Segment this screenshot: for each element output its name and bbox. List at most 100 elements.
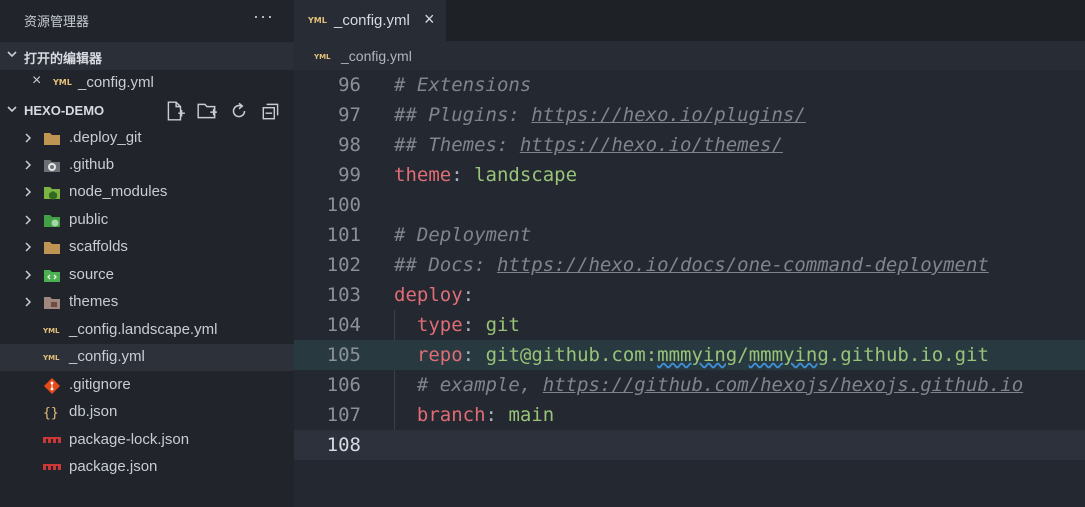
yaml-icon: YML: [314, 53, 331, 61]
open-editor-filename: _config.yml: [78, 74, 154, 91]
code-line[interactable]: 103 deploy:: [294, 280, 1085, 310]
code-editor[interactable]: 96 # Extensions 97 ## Plugins: https://hexo…: [294, 70, 1085, 507]
code-text: deploy:: [394, 284, 475, 306]
tree-file-config[interactable]: YML _config.yml: [0, 344, 294, 371]
code-line[interactable]: 106 # example, https://github.com/hexojs…: [294, 370, 1085, 400]
code-line[interactable]: 99 theme: landscape: [294, 160, 1085, 190]
code-line[interactable]: 102 ## Docs: https://hexo.io/docs/one-com…: [294, 250, 1085, 280]
tree-item-label: themes: [69, 293, 119, 310]
line-number: 100: [326, 194, 361, 216]
svg-text:YML: YML: [308, 16, 327, 25]
tree-item-label: scaffolds: [69, 238, 128, 255]
code-line[interactable]: 105 repo: git@github.com:mmmying/mmmying…: [294, 340, 1085, 370]
code-line[interactable]: 100: [294, 190, 1085, 220]
tree-item-label: package.json: [69, 458, 158, 475]
chevron-right-icon: [25, 215, 32, 225]
open-editors-header[interactable]: 打开的编辑器: [0, 42, 294, 70]
svg-text:YML: YML: [43, 354, 60, 362]
tree-file-config-landscape[interactable]: YML _config.landscape.yml: [0, 317, 294, 344]
line-number: 104: [326, 314, 361, 336]
collapse-all-icon[interactable]: [260, 100, 282, 122]
refresh-icon[interactable]: [228, 100, 250, 122]
tree-item-label: _config.yml: [69, 348, 145, 365]
tree-folder-deploy-git[interactable]: .deploy_git: [0, 125, 294, 152]
code-line[interactable]: 98 ## Themes: https://hexo.io/themes/: [294, 130, 1085, 160]
yaml-icon: YML: [308, 16, 327, 25]
tree-folder-source[interactable]: source: [0, 262, 294, 289]
tree-item-label: .github: [69, 156, 115, 173]
tree-file-package-json[interactable]: package.json: [0, 454, 294, 481]
folder-icon: [44, 242, 60, 254]
tree-item-label: .gitignore: [69, 376, 131, 393]
github-folder-icon: [44, 160, 60, 172]
code-text: # example, https://github.com/hexojs/hex…: [416, 374, 1024, 396]
themes-folder-icon: [44, 297, 60, 309]
project-header[interactable]: HEXO-DEMO: [0, 97, 294, 125]
code-line[interactable]: 104 type: git: [294, 310, 1085, 340]
tree-folder-github[interactable]: .github: [0, 152, 294, 179]
new-folder-icon[interactable]: [196, 100, 218, 122]
line-number: 97: [338, 104, 361, 126]
tree-file-package-lock[interactable]: package-lock.json: [0, 427, 294, 454]
tree-folder-scaffolds[interactable]: scaffolds: [0, 234, 294, 261]
tree-item-label: _config.landscape.yml: [69, 321, 218, 338]
tree-item-label: .deploy_git: [69, 129, 142, 146]
svg-text:{}: {}: [43, 406, 59, 421]
code-text: # Deployment: [394, 224, 532, 246]
code-text: ## Docs: https://hexo.io/docs/one-comman…: [394, 254, 989, 276]
project-actions: [164, 100, 282, 122]
line-number: 99: [338, 164, 361, 186]
tree-item-label: source: [69, 266, 115, 283]
chevron-down-icon: [7, 51, 17, 58]
code-line[interactable]: 96 # Extensions: [294, 70, 1085, 100]
svg-text:YML: YML: [43, 327, 60, 335]
tree-folder-node-modules[interactable]: node_modules: [0, 179, 294, 206]
open-editor-item[interactable]: × YML _config.yml: [0, 69, 294, 96]
explorer-title: 资源管理器: [24, 14, 90, 29]
folder-icon: [44, 133, 60, 145]
tab-label: _config.yml: [334, 12, 410, 29]
tree-folder-public[interactable]: public: [0, 207, 294, 234]
code-line[interactable]: 97 ## Plugins: https://hexo.io/plugins/: [294, 100, 1085, 130]
explorer-sidebar: 资源管理器 ··· 打开的编辑器 × YML _config.yml HEXO-…: [0, 0, 294, 507]
breadcrumb-file[interactable]: _config.yml: [341, 48, 412, 64]
node-folder-icon: [44, 187, 60, 200]
line-number: 105: [326, 344, 361, 366]
line-number: 107: [326, 404, 361, 426]
chevron-right-icon: [25, 133, 32, 143]
code-line[interactable]: 107 branch: main: [294, 400, 1085, 430]
yaml-icon: YML: [43, 327, 60, 335]
chevron-right-icon: [25, 187, 32, 197]
code-line[interactable]: 101 # Deployment: [294, 220, 1085, 250]
line-number: 101: [326, 224, 361, 246]
public-folder-icon: [44, 215, 60, 227]
tree-item-label: public: [69, 211, 109, 228]
code-text: type: git: [416, 314, 520, 336]
line-number: 102: [326, 254, 361, 276]
yaml-icon: YML: [52, 78, 72, 87]
source-folder-icon: [44, 270, 60, 282]
chevron-down-icon: [7, 106, 17, 113]
breadcrumb: YML _config.yml: [294, 41, 1085, 70]
project-name: HEXO-DEMO: [24, 103, 105, 118]
tab-bar: YML _config.yml ×: [294, 0, 1085, 41]
code-line[interactable]: 108: [294, 430, 1085, 460]
code-text: theme: landscape: [394, 164, 578, 186]
new-file-icon[interactable]: [164, 100, 186, 122]
close-editor-button[interactable]: ×: [32, 72, 41, 90]
tree-item-label: db.json: [69, 403, 118, 420]
tree-file-db-json[interactable]: {} db.json: [0, 399, 294, 426]
close-tab-button[interactable]: ×: [424, 9, 435, 30]
tree-file-gitignore[interactable]: .gitignore: [0, 372, 294, 399]
tree-item-label: package-lock.json: [69, 431, 190, 448]
tab-config-yml[interactable]: YML _config.yml ×: [294, 0, 446, 41]
chevron-right-icon: [25, 160, 32, 170]
tree-folder-themes[interactable]: themes: [0, 289, 294, 316]
code-text: ## Plugins: https://hexo.io/plugins/: [394, 104, 806, 126]
code-text: repo: git@github.com:mmmying/mmmying.git…: [416, 344, 989, 366]
explorer-title-bar: 资源管理器 ···: [0, 0, 294, 41]
code-text: branch: main: [416, 404, 555, 426]
more-actions-button[interactable]: ···: [253, 6, 274, 27]
chevron-right-icon: [25, 242, 32, 252]
npm-icon: [43, 464, 61, 470]
